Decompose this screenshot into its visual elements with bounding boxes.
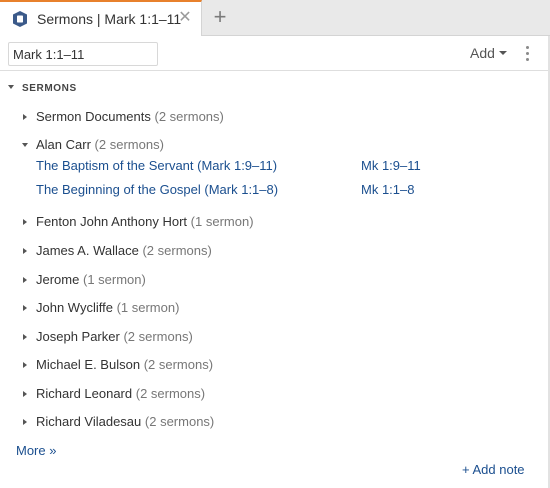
add-button-label: Add (470, 45, 495, 61)
tab-sermons[interactable]: Sermons | Mark 1:1–11 ✕ (0, 0, 202, 36)
add-note-button[interactable]: + Add note (462, 462, 525, 477)
section-title: SERMONS (22, 83, 77, 94)
group-count: (2 sermons) (123, 329, 193, 344)
group-count: (1 sermon) (116, 300, 180, 315)
sermon-reference-link[interactable]: Mk 1:9–11 (361, 158, 421, 173)
more-link[interactable]: More » (16, 443, 56, 458)
tab-bar: Sermons | Mark 1:1–11 ✕ + (0, 0, 550, 36)
add-dropdown-button[interactable]: Add (470, 45, 507, 63)
chevron-down-icon (8, 85, 14, 90)
sermons-tab-icon (13, 11, 27, 27)
toolbar: Add (0, 37, 550, 71)
group-name: Sermon Documents (36, 109, 151, 124)
group-count: (1 sermon) (190, 214, 254, 229)
chevron-right-icon (23, 419, 27, 425)
chevron-down-icon (22, 143, 28, 147)
sermon-reference-link[interactable]: Mk 1:1–8 (361, 182, 414, 197)
chevron-right-icon (23, 362, 27, 368)
chevron-right-icon (23, 334, 27, 340)
group-count: (1 sermon) (82, 272, 146, 287)
section-header-sermons[interactable]: SERMONS (8, 83, 77, 94)
sermon-link[interactable]: The Baptism of the Servant (Mark 1:9–11) (36, 158, 277, 173)
group-count: (2 sermons) (142, 243, 212, 258)
group-name: Jerome (36, 272, 80, 287)
group-name: Alan Carr (36, 137, 91, 152)
group-count: (2 sermons) (143, 357, 214, 372)
group-name: Richard Viladesau (36, 414, 142, 429)
chevron-right-icon (23, 248, 27, 254)
group-count: (2 sermons) (135, 386, 206, 401)
reference-input[interactable] (8, 42, 158, 66)
group-name: Joseph Parker (36, 329, 120, 344)
chevron-right-icon (23, 277, 27, 283)
close-icon[interactable]: ✕ (176, 8, 194, 28)
chevron-down-icon (498, 51, 507, 56)
group-count: (2 sermons) (144, 414, 215, 429)
tab-title: Sermons | Mark 1:1–11 (37, 11, 182, 27)
chevron-right-icon (23, 114, 27, 120)
group-name: John Wycliffe (36, 300, 113, 315)
more-vertical-icon[interactable] (522, 44, 532, 64)
group-name: James A. Wallace (36, 243, 139, 258)
chevron-right-icon (23, 219, 27, 225)
group-name: Richard Leonard (36, 386, 133, 401)
group-name: Fenton John Anthony Hort (36, 214, 188, 229)
chevron-right-icon (23, 391, 27, 397)
group-name: Michael E. Bulson (36, 357, 141, 372)
plus-icon[interactable]: + (209, 4, 231, 30)
group-count: (2 sermons) (154, 109, 224, 124)
group-count: (2 sermons) (94, 137, 164, 152)
chevron-right-icon (23, 305, 27, 311)
sermon-link[interactable]: The Beginning of the Gospel (Mark 1:1–8) (36, 182, 278, 197)
